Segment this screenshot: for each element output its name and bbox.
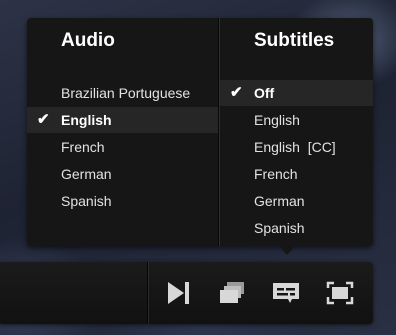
control-bar-separator [147, 262, 149, 324]
subtitle-option-spanish[interactable]: Spanish [220, 215, 373, 241]
subtitles-icon [273, 283, 299, 303]
audio-option-label: German [61, 166, 112, 182]
audio-option-english[interactable]: ✔ English [27, 107, 218, 133]
audio-option-german[interactable]: German [27, 161, 218, 187]
audio-option-label: French [61, 139, 105, 155]
audio-option-french[interactable]: French [27, 134, 218, 160]
fullscreen-icon [326, 281, 354, 305]
checkmark-icon: ✔ [230, 84, 243, 101]
next-episode-button[interactable] [160, 276, 196, 310]
player-control-bar [0, 262, 373, 324]
subtitles-heading: Subtitles [254, 30, 335, 51]
subtitle-option-label: Off [254, 85, 275, 101]
audio-option-label: Spanish [61, 193, 112, 209]
audio-subtitles-button[interactable] [268, 276, 304, 310]
audio-option-label: English [61, 112, 112, 128]
subtitle-option-label: German [254, 193, 305, 209]
audio-option-spanish[interactable]: Spanish [27, 188, 218, 214]
checkmark-icon: ✔ [37, 111, 50, 128]
subtitle-option-label: English [CC] [254, 139, 336, 155]
episodes-icon [220, 282, 244, 303]
fullscreen-button[interactable] [322, 276, 358, 310]
subtitle-option-french[interactable]: French [220, 161, 373, 187]
subtitles-column: Subtitles ✔ Off English English [CC] Fre… [220, 18, 373, 246]
subtitle-option-english[interactable]: English [220, 107, 373, 133]
episodes-button[interactable] [214, 276, 250, 310]
subtitle-option-label: English [254, 112, 300, 128]
menu-pointer-caret [278, 245, 296, 255]
next-episode-icon [168, 282, 189, 304]
subtitle-option-off[interactable]: ✔ Off [220, 80, 373, 106]
audio-option-brazilian-portuguese[interactable]: Brazilian Portuguese [27, 80, 218, 106]
subtitle-option-english-cc[interactable]: English [CC] [220, 134, 373, 160]
audio-option-label: Brazilian Portuguese [61, 85, 191, 101]
subtitle-option-german[interactable]: German [220, 188, 373, 214]
subtitle-option-label: Spanish [254, 220, 305, 236]
audio-column: Audio Brazilian Portuguese ✔ English Fre… [27, 18, 218, 246]
audio-heading: Audio [61, 30, 115, 51]
audio-subtitles-menu: Audio Brazilian Portuguese ✔ English Fre… [27, 18, 373, 246]
subtitle-option-label: French [254, 166, 298, 182]
